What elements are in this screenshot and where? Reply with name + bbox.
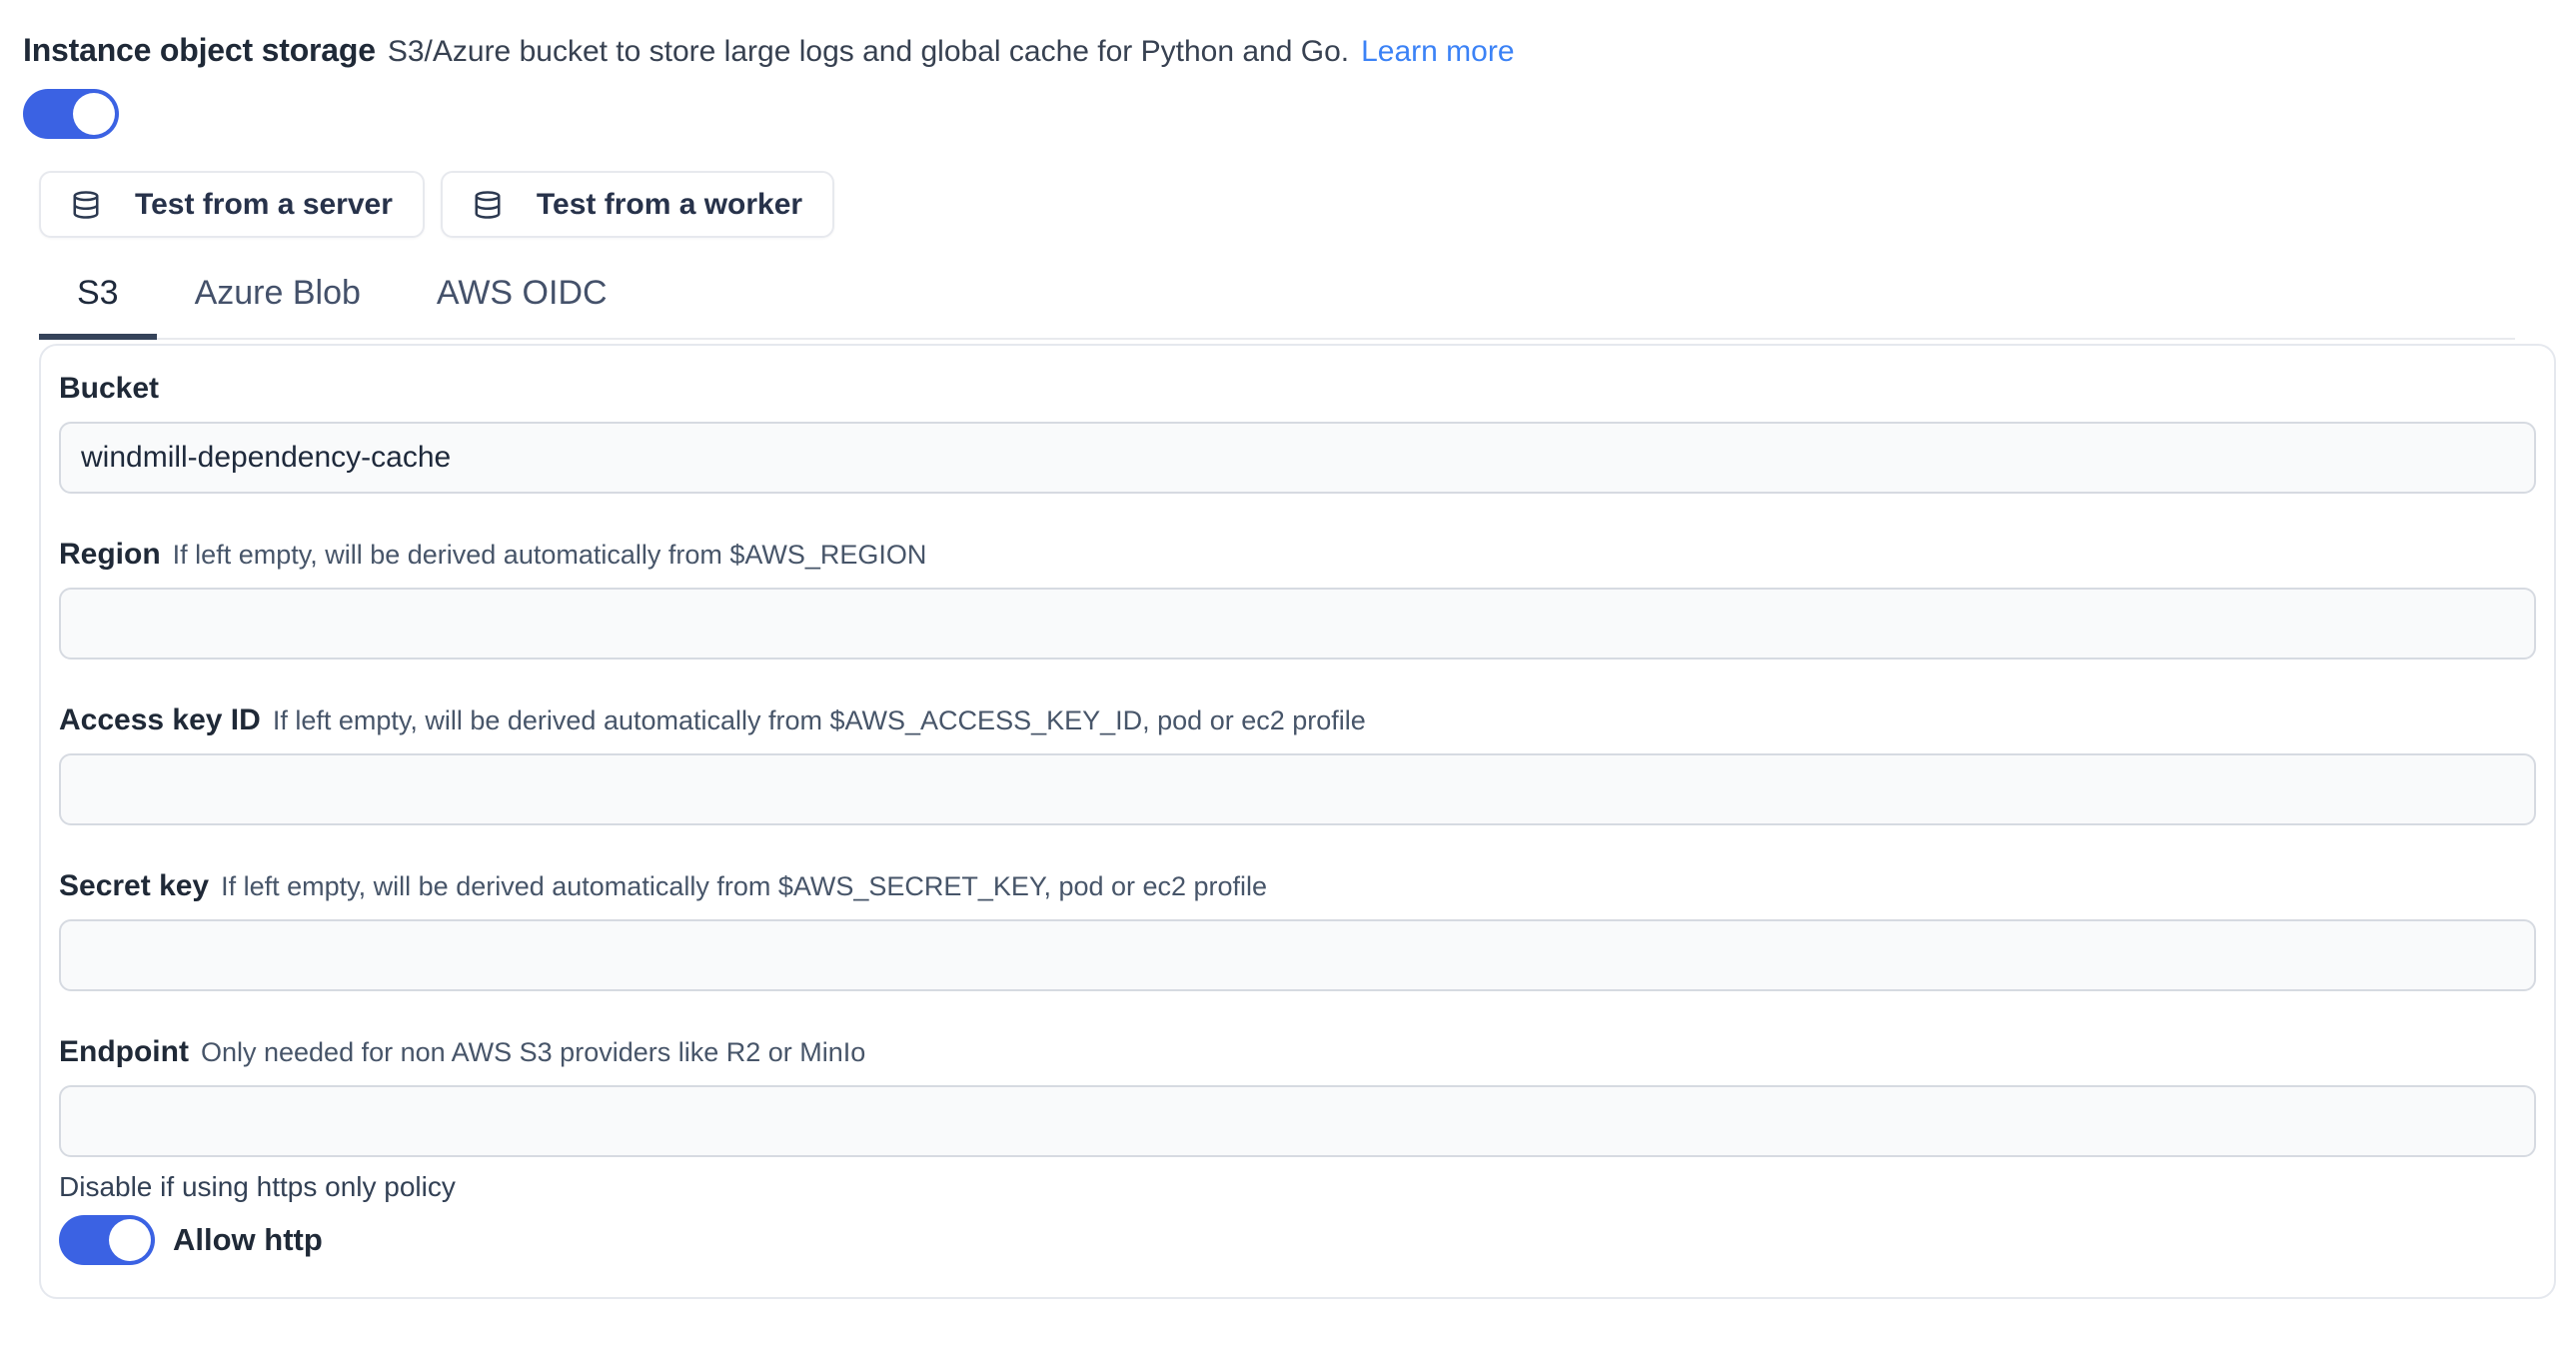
bucket-label-row: Bucket	[59, 370, 2536, 408]
secret-key-hint: If left empty, will be derived automatic…	[221, 867, 1267, 905]
page-description: S3/Azure bucket to store large logs and …	[388, 32, 1349, 72]
access-key-hint: If left empty, will be derived automatic…	[273, 701, 1366, 739]
s3-settings-panel: Bucket Region If left empty, will be der…	[39, 344, 2556, 1299]
field-region: Region If left empty, will be derived au…	[59, 536, 2536, 660]
tab-azure-blob[interactable]: Azure Blob	[157, 262, 399, 340]
field-endpoint: Endpoint Only needed for non AWS S3 prov…	[59, 1033, 2536, 1157]
database-icon	[71, 190, 101, 220]
object-storage-toggle[interactable]	[23, 89, 119, 139]
secret-key-input[interactable]	[59, 919, 2536, 991]
test-buttons-row: Test from a server Test from a worker	[39, 171, 2556, 238]
allow-http-label: Allow http	[173, 1222, 323, 1258]
allow-http-row: Allow http	[59, 1215, 2536, 1265]
region-label: Region	[59, 536, 161, 574]
toggle-thumb-icon	[73, 93, 115, 135]
bucket-label: Bucket	[59, 370, 159, 408]
region-hint: If left empty, will be derived automatic…	[173, 536, 927, 574]
test-from-worker-button[interactable]: Test from a worker	[441, 171, 834, 238]
allow-http-note: Disable if using https only policy	[59, 1169, 2536, 1205]
tab-aws-oidc[interactable]: AWS OIDC	[399, 262, 645, 340]
database-icon	[473, 190, 503, 220]
endpoint-label: Endpoint	[59, 1033, 189, 1071]
region-input[interactable]	[59, 588, 2536, 660]
field-secret-key: Secret key If left empty, will be derive…	[59, 867, 2536, 991]
test-from-server-label: Test from a server	[135, 188, 393, 222]
instance-object-storage-settings: Instance object storage S3/Azure bucket …	[0, 0, 2576, 1299]
allow-http-toggle[interactable]	[59, 1215, 155, 1265]
access-key-label: Access key ID	[59, 701, 261, 739]
header: Instance object storage S3/Azure bucket …	[23, 30, 2556, 72]
access-key-input[interactable]	[59, 753, 2536, 825]
bucket-input[interactable]	[59, 422, 2536, 494]
field-bucket: Bucket	[59, 370, 2536, 494]
region-label-row: Region If left empty, will be derived au…	[59, 536, 2536, 574]
endpoint-hint: Only needed for non AWS S3 providers lik…	[201, 1033, 865, 1071]
test-from-server-button[interactable]: Test from a server	[39, 171, 425, 238]
field-access-key-id: Access key ID If left empty, will be der…	[59, 701, 2536, 825]
toggle-thumb-icon	[109, 1219, 151, 1261]
storage-type-tabs: S3 Azure Blob AWS OIDC	[39, 262, 2515, 340]
endpoint-label-row: Endpoint Only needed for non AWS S3 prov…	[59, 1033, 2536, 1071]
test-from-worker-label: Test from a worker	[537, 188, 802, 222]
endpoint-input[interactable]	[59, 1085, 2536, 1157]
secret-key-label: Secret key	[59, 867, 209, 905]
secret-key-label-row: Secret key If left empty, will be derive…	[59, 867, 2536, 905]
learn-more-link[interactable]: Learn more	[1361, 32, 1514, 72]
access-key-label-row: Access key ID If left empty, will be der…	[59, 701, 2536, 739]
page-title: Instance object storage	[23, 30, 376, 70]
tab-s3[interactable]: S3	[39, 262, 157, 340]
